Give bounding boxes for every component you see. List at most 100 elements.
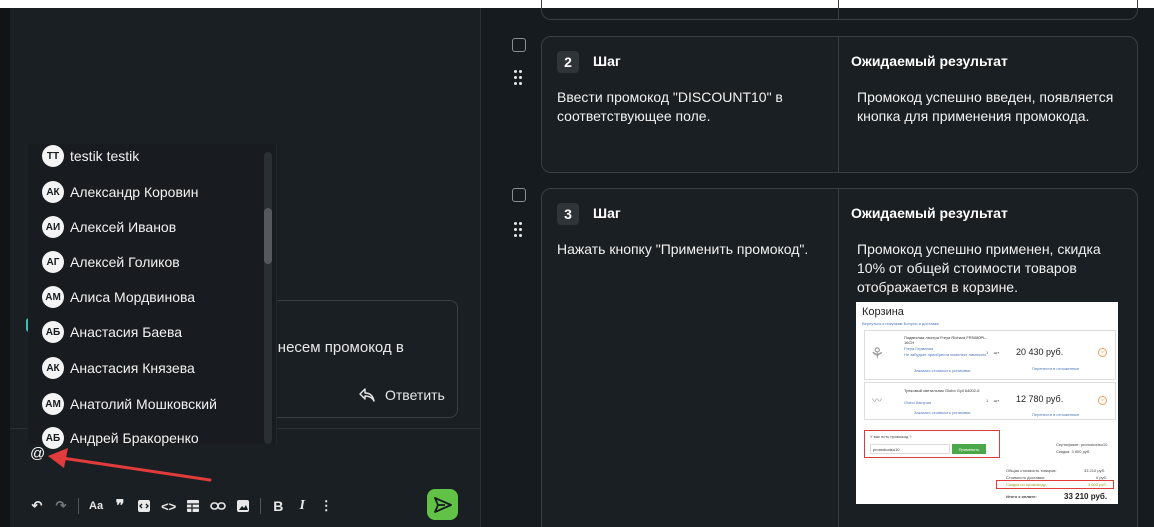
inline-code-icon[interactable]: <> <box>161 496 176 516</box>
item-price: 12 780 руб. <box>1016 394 1064 404</box>
reply-button[interactable]: Ответить <box>359 387 445 403</box>
item-name: Подвесная люстра Freya Richard FR5080PL-… <box>904 335 987 345</box>
annotation-arrow-icon <box>48 448 212 482</box>
promo-input[interactable]: promokodsu10 <box>870 444 950 454</box>
reply-icon <box>359 388 375 402</box>
summary-value: 3 600 руб. <box>1088 482 1107 487</box>
item-defer-link[interactable]: Перенести в отложенные <box>1032 366 1079 371</box>
previous-step-card <box>541 0 1138 20</box>
promo-question: У вас есть промокод ? <box>870 434 912 439</box>
remove-item-icon[interactable]: × <box>1098 396 1107 405</box>
track-light-icon: 〰 <box>872 396 882 407</box>
avatar: АК <box>42 357 64 379</box>
mention-option[interactable]: TT testik testik <box>42 144 139 168</box>
item-brand: Freya Германия <box>904 346 934 351</box>
item-defer-link[interactable]: Перенести в отложенные <box>1032 412 1079 417</box>
mention-name: Анастасия Баева <box>70 324 183 340</box>
certificate-label: Сертификат: promokodsu10 <box>1056 442 1108 447</box>
code-block-icon[interactable] <box>137 496 151 516</box>
dropdown-scroll-thumb[interactable] <box>264 208 272 264</box>
mention-option[interactable]: АБ Анастасия Баева <box>42 320 182 344</box>
cart-title: Корзина <box>862 306 904 318</box>
image-icon[interactable] <box>236 496 250 516</box>
apply-promo-button[interactable]: Применить <box>952 444 986 454</box>
table-icon[interactable] <box>186 496 200 516</box>
column-divider <box>838 0 839 19</box>
editor-toolbar: ↶ ↷ Aa ❞ <> B I ⋮ <box>30 495 333 517</box>
remove-item-icon[interactable]: × <box>1098 348 1107 357</box>
item-price: 20 430 руб. <box>1016 347 1064 357</box>
drag-handle-icon[interactable] <box>514 222 524 238</box>
undo-icon[interactable]: ↶ <box>30 496 44 516</box>
more-icon[interactable]: ⋮ <box>319 496 333 516</box>
link-icon[interactable] <box>210 496 227 516</box>
summary-label: Скидка по промокоду: <box>1006 482 1047 487</box>
mention-dropdown: TT testik testik АК Александр Коровин АИ Ал… <box>28 144 277 449</box>
mention-name: Анастасия Князева <box>70 360 195 376</box>
mention-name: Александр Коровин <box>70 184 199 200</box>
avatar: АМ <box>42 286 64 308</box>
item-qty[interactable]: 1 <box>986 398 988 403</box>
app-root: ынесем промокод в Ответить @ TT testik te… <box>0 0 1154 527</box>
step-label: Шаг <box>593 53 621 69</box>
avatar: АИ <box>42 216 64 238</box>
item-unit: шт <box>994 398 1000 403</box>
step-number: 3 <box>557 203 579 225</box>
drag-handle-icon[interactable] <box>514 70 524 86</box>
step-checkbox[interactable] <box>512 38 526 52</box>
step-label: Шаг <box>593 205 621 221</box>
step-expected[interactable]: Промокод успешно применен, скидка 10% от… <box>857 240 1127 297</box>
item-note: Не забудьте приобрести комплект лампочек <box>904 352 987 357</box>
expected-result-header: Ожидаемый результат <box>851 205 1008 221</box>
mention-option[interactable]: АК Александр Коровин <box>42 180 198 204</box>
bold-button[interactable]: B <box>271 496 285 516</box>
mention-option[interactable]: АМ Алиса Мордвинова <box>42 285 195 309</box>
left-edge <box>0 8 10 527</box>
mention-option[interactable]: АМ Анатолий Мошковский <box>42 392 217 416</box>
mention-name: Анатолий Мошковский <box>70 396 217 412</box>
send-button[interactable] <box>427 489 458 520</box>
step-action[interactable]: Нажать кнопку "Применить промокод". <box>557 240 827 259</box>
item-qty[interactable]: 1 <box>986 350 988 355</box>
mention-option[interactable]: АИ Алексей Иванов <box>42 215 176 239</box>
mention-option[interactable]: АГ Алексей Голиков <box>42 250 180 274</box>
mention-option[interactable]: АК Анастасия Князева <box>42 356 195 380</box>
summary-value: 33 210 руб. <box>1084 468 1105 473</box>
step-action[interactable]: Ввести промокод "DISCOUNT10" в соответст… <box>557 88 827 126</box>
item-name: Трековый светильник Globo Gyll 64002-6 <box>904 388 980 393</box>
toolbar-divider <box>78 498 79 514</box>
comment-text: ынесем промокод в <box>267 339 404 356</box>
redo-icon[interactable]: ↷ <box>54 496 68 516</box>
dropdown-scrollbar[interactable] <box>264 152 272 444</box>
item-brand: Globo Австрия <box>904 400 931 405</box>
certificate-discount: Скидка: 3 600 руб. <box>1056 449 1091 454</box>
expected-result-header: Ожидаемый результат <box>851 53 1008 69</box>
step-number: 2 <box>557 51 579 73</box>
column-divider <box>838 189 839 527</box>
toolbar-divider <box>260 498 262 514</box>
step-card: 2 Шаг Ожидаемый результат Ввести промоко… <box>541 36 1138 173</box>
step-checkbox[interactable] <box>512 188 526 202</box>
avatar: TT <box>42 145 64 167</box>
item-install-link[interactable]: Заказать стоимость установки <box>914 368 970 373</box>
avatar: АМ <box>42 393 64 415</box>
column-divider <box>838 37 839 172</box>
total-label: Итого к оплате: <box>1006 494 1037 499</box>
step-expected[interactable]: Промокод успешно введен, появляется кноп… <box>857 88 1127 126</box>
avatar: АК <box>42 181 64 203</box>
mention-name: Алексей Иванов <box>70 219 177 235</box>
cart-screenshot[interactable]: Корзина Вернуться к покупкам Бонусы и до… <box>856 302 1118 504</box>
italic-button[interactable]: I <box>295 496 309 516</box>
font-size-button[interactable]: Aa <box>89 496 103 516</box>
avatar: АГ <box>42 251 64 273</box>
item-install-link[interactable]: Заказать стоимость установки <box>914 410 970 415</box>
quote-icon[interactable]: ❞ <box>113 496 127 516</box>
mention-name: Алексей Голиков <box>70 254 180 270</box>
cart-subtitle: Вернуться к покупкам Бонусы и доставка <box>862 321 939 326</box>
send-icon <box>433 496 452 513</box>
summary-label: Общая стоимость товаров: <box>1006 468 1057 473</box>
item-unit: шт <box>994 350 1000 355</box>
chandelier-icon: ⚘ <box>870 346 885 363</box>
mention-name: Алиса Мордвинова <box>70 289 196 305</box>
mention-name: testik testik <box>70 148 140 164</box>
